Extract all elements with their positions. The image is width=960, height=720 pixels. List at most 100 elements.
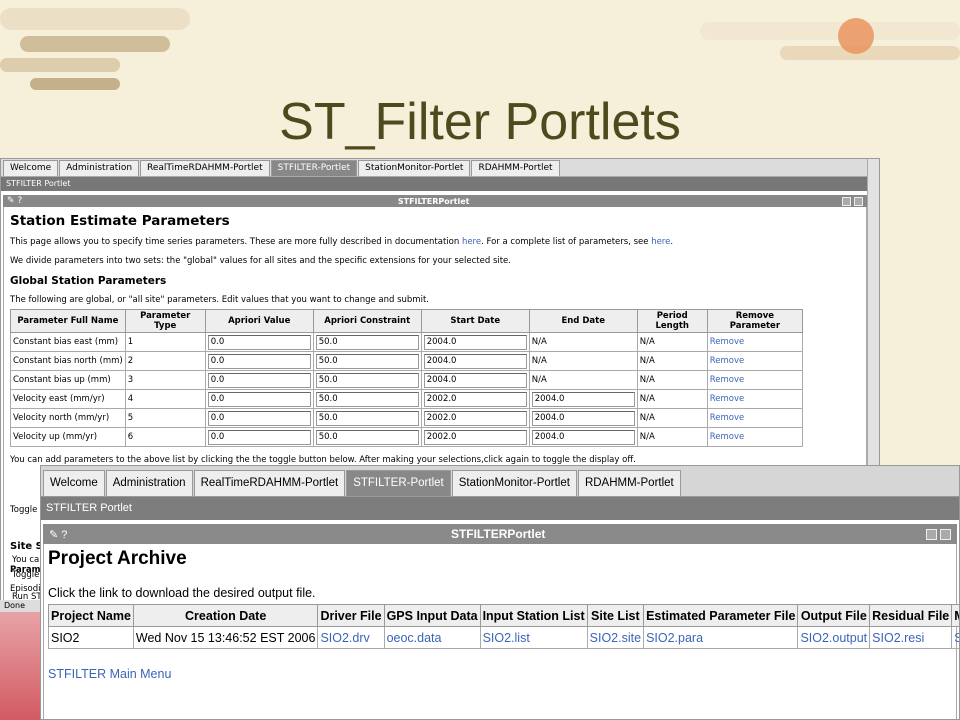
portlet-title: STFILTERPortlet (450, 527, 546, 541)
cell: 2004.0 (420, 351, 530, 371)
parameter-type: 4 (124, 389, 206, 409)
apriori-value-input[interactable]: 0.0 (207, 391, 311, 407)
output-file-link[interactable]: SIO2.output (800, 631, 867, 645)
cell: SIO2.para (643, 626, 799, 649)
period-length: N/A (636, 332, 708, 352)
start-date-input[interactable]: 2002.0 (423, 429, 527, 445)
remove-link[interactable]: Remove (710, 356, 745, 366)
tab-welcome[interactable]: Welcome (43, 470, 105, 496)
end-date-input[interactable]: 2004.0 (531, 429, 635, 445)
apriori-constraint-input[interactable]: 50.0 (315, 334, 419, 350)
start-date-input[interactable]: 2004.0 (423, 372, 527, 388)
col-header: Apriori Value (204, 309, 314, 333)
maximize-icon[interactable] (854, 196, 863, 206)
table-row: Constant bias up (mm) 3 0.0 50.0 2004.0 N/A N/… (10, 370, 804, 390)
gps-input-data-link[interactable]: oeoc.data (387, 631, 442, 645)
col-header: Parameter Type (124, 309, 206, 333)
parameter-name: Velocity east (mm/yr) (10, 389, 126, 409)
cell: SIO2.list (479, 626, 588, 649)
cell: 2002.0 (420, 408, 530, 428)
download-instructions: Click the link to download the desired o… (48, 586, 316, 600)
help-icon[interactable]: ? (61, 529, 67, 541)
apriori-value-input[interactable]: 0.0 (207, 353, 311, 369)
col-header: Start Date (420, 309, 530, 333)
cell: 50.0 (312, 427, 422, 447)
apriori-value-input[interactable]: 0.0 (207, 334, 311, 350)
cell: SIO2.output (797, 626, 871, 649)
browser-status: Done (0, 600, 40, 612)
apriori-value-input[interactable]: 0.0 (207, 410, 311, 426)
tab-realtime-rdahmm[interactable]: RealTimeRDAHMM-Portlet (193, 470, 346, 496)
apriori-constraint-input[interactable]: 50.0 (315, 353, 419, 369)
cell: 0.0 (204, 408, 314, 428)
divide-text: We divide parameters into two sets: the … (10, 256, 511, 266)
tab-administration[interactable]: Administration (59, 160, 140, 176)
global-text: The following are global, or "all site" … (10, 295, 429, 305)
estimated-parameter-file-link[interactable]: SIO2.para (646, 631, 703, 645)
parameter-type: 5 (124, 408, 206, 428)
parameter-type: 2 (124, 351, 206, 371)
tab-stfilter[interactable]: STFILTER-Portlet (270, 160, 358, 176)
end-date-input[interactable]: 2004.0 (531, 391, 635, 407)
cell: 0.0 (204, 332, 314, 352)
start-date-input[interactable]: 2002.0 (423, 391, 527, 407)
pink-decoration (0, 612, 40, 720)
parameter-type: 3 (124, 370, 206, 390)
creation-date: Wed Nov 15 13:46:52 EST 2006 (132, 626, 319, 649)
table-row: Velocity up (mm/yr) 6 0.0 50.0 2002.0 2004.0 N… (10, 427, 804, 447)
residual-file-link[interactable]: SIO2.resi (872, 631, 924, 645)
minimize-icon[interactable] (925, 528, 937, 540)
maximize-icon[interactable] (939, 528, 951, 540)
remove-link[interactable]: Remove (710, 375, 745, 385)
tab-rdahmm[interactable]: RDAHMM-Portlet (577, 470, 681, 496)
tab-administration[interactable]: Administration (105, 470, 193, 496)
portlet-bar: STFILTER Portlet (41, 497, 959, 520)
remove-link[interactable]: Remove (710, 337, 745, 347)
toggle-button-partial[interactable]: Toggle (10, 505, 37, 515)
cell: oeoc.data (383, 626, 481, 649)
parameters-list-link[interactable]: here (651, 237, 670, 247)
toggle-button-partial-2[interactable]: Toggle (12, 570, 39, 580)
start-date-input[interactable]: 2002.0 (423, 410, 527, 426)
apriori-constraint-input[interactable]: 50.0 (315, 429, 419, 445)
start-date-input[interactable]: 2004.0 (423, 353, 527, 369)
apriori-constraint-input[interactable]: 50.0 (315, 391, 419, 407)
cell: Remove (706, 351, 804, 371)
minimize-icon[interactable] (842, 196, 851, 206)
tab-station-monitor[interactable]: StationMonitor-Portlet (451, 470, 577, 496)
tab-realtime-rdahmm[interactable]: RealTimeRDAHMM-Portlet (140, 160, 270, 176)
driver-file-link[interactable]: SIO2.drv (320, 631, 369, 645)
tab-stfilter[interactable]: STFILTER-Portlet (346, 470, 451, 496)
cell: 2002.0 (420, 389, 530, 409)
cell: 2002.0 (420, 427, 530, 447)
start-date-input[interactable]: 2004.0 (423, 334, 527, 350)
cell: 0.0 (204, 389, 314, 409)
apriori-value-input[interactable]: 0.0 (207, 429, 311, 445)
apriori-value-input[interactable]: 0.0 (207, 372, 311, 388)
cell: 50.0 (312, 351, 422, 371)
period-length: N/A (636, 370, 708, 390)
remove-link[interactable]: Remove (710, 394, 745, 404)
cell: 2004.0 (528, 427, 638, 447)
page-heading: Station Estimate Parameters (10, 213, 230, 229)
tab-welcome[interactable]: Welcome (3, 160, 59, 176)
documentation-link[interactable]: here (462, 237, 481, 247)
main-menu-link[interactable]: STFILTER Main Menu (48, 667, 952, 681)
tab-station-monitor[interactable]: StationMonitor-Portlet (358, 160, 471, 176)
remove-link[interactable]: Remove (710, 432, 745, 442)
model-file-link[interactable]: SIO2.mdl (954, 631, 959, 645)
input-station-list-link[interactable]: SIO2.list (483, 631, 530, 645)
end-date-input[interactable]: 2004.0 (531, 410, 635, 426)
apriori-constraint-input[interactable]: 50.0 (315, 410, 419, 426)
parameter-name: Constant bias north (mm) (10, 351, 126, 371)
apriori-constraint-input[interactable]: 50.0 (315, 372, 419, 388)
global-heading: Global Station Parameters (10, 275, 167, 287)
remove-link[interactable]: Remove (710, 413, 745, 423)
edit-icon[interactable]: ✎ (49, 528, 58, 541)
cell: 0.0 (204, 427, 314, 447)
parameter-name: Constant bias east (mm) (10, 332, 126, 352)
tab-rdahmm[interactable]: RDAHMM-Portlet (471, 160, 560, 176)
site-list-link[interactable]: SIO2.site (590, 631, 641, 645)
help-icon[interactable]: ? (18, 196, 23, 206)
edit-icon[interactable]: ✎ (7, 196, 15, 206)
